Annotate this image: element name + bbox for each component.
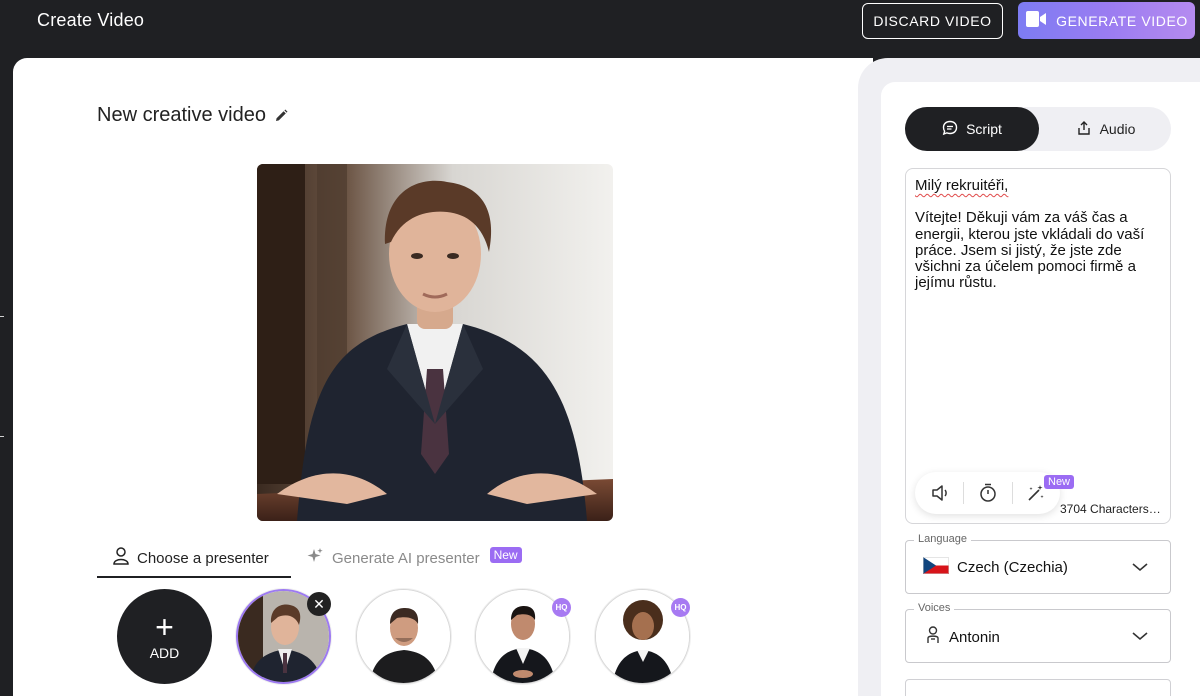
plus-icon: + — [155, 608, 174, 645]
new-badge: New — [1044, 475, 1075, 489]
person-icon — [113, 547, 129, 569]
tab-script[interactable]: Script — [905, 107, 1039, 151]
flag-cz-icon — [923, 557, 949, 578]
edge-tick — [0, 316, 4, 317]
top-bar: Create Video DISCARD VIDEO GENERATE VIDE… — [0, 0, 1200, 58]
remove-presenter-button[interactable]: ✕ — [307, 592, 331, 616]
discard-video-button[interactable]: DISCARD VIDEO — [862, 3, 1003, 39]
new-badge: New — [489, 547, 522, 563]
sparkle-icon — [306, 547, 324, 569]
language-value-text: Czech (Czechia) — [957, 559, 1068, 576]
language-label: Language — [914, 533, 971, 545]
video-title[interactable]: New creative video — [97, 104, 288, 127]
add-presenter-button[interactable]: + ADD — [117, 589, 212, 684]
presenter-avatar[interactable] — [356, 589, 451, 684]
script-greeting: Milý rekruitéři, — [915, 177, 1009, 194]
character-count: 3704 Characters… — [1060, 502, 1161, 516]
speaker-icon[interactable] — [918, 472, 963, 514]
video-title-text: New creative video — [97, 104, 266, 126]
tab-choose-presenter[interactable]: Choose a presenter — [97, 540, 291, 578]
chat-icon — [942, 120, 958, 139]
tab-choose-label: Choose a presenter — [137, 549, 269, 567]
video-camera-icon — [1025, 10, 1047, 31]
hq-badge: HQ — [552, 598, 571, 617]
app-title: Create Video — [37, 10, 145, 30]
chevron-down-icon — [1131, 560, 1149, 578]
timer-icon[interactable] — [965, 472, 1010, 514]
edge-tick — [0, 436, 4, 437]
voices-value-text: Antonin — [949, 628, 1000, 646]
tab-audio[interactable]: Audio — [1040, 107, 1171, 151]
generate-video-label: GENERATE VIDEO — [1056, 12, 1188, 29]
tab-generate-ai-presenter[interactable]: Generate AI presenter New — [306, 540, 522, 576]
hq-badge: HQ — [671, 598, 690, 617]
tab-generate-label: Generate AI presenter — [332, 549, 480, 567]
tab-script-label: Script — [966, 121, 1002, 137]
language-value: Czech (Czechia) — [923, 557, 1068, 578]
upload-icon — [1076, 120, 1092, 139]
presenter-preview — [257, 164, 613, 521]
voice-person-icon — [925, 626, 941, 648]
voices-label: Voices — [914, 602, 955, 614]
script-text[interactable]: Milý rekruitéři, Vítejte! Děkuji vám za … — [915, 177, 1165, 292]
script-toolbar — [915, 472, 1060, 514]
pencil-icon[interactable] — [274, 109, 288, 123]
chevron-down-icon — [1131, 629, 1149, 647]
voices-value: Antonin — [925, 626, 1000, 648]
generate-video-button[interactable]: GENERATE VIDEO — [1018, 2, 1195, 39]
tab-audio-label: Audio — [1099, 121, 1136, 137]
next-field[interactable] — [905, 679, 1171, 696]
add-label: ADD — [149, 644, 180, 661]
script-body: Vítejte! Děkuji vám za váš čas a energii… — [915, 209, 1145, 292]
